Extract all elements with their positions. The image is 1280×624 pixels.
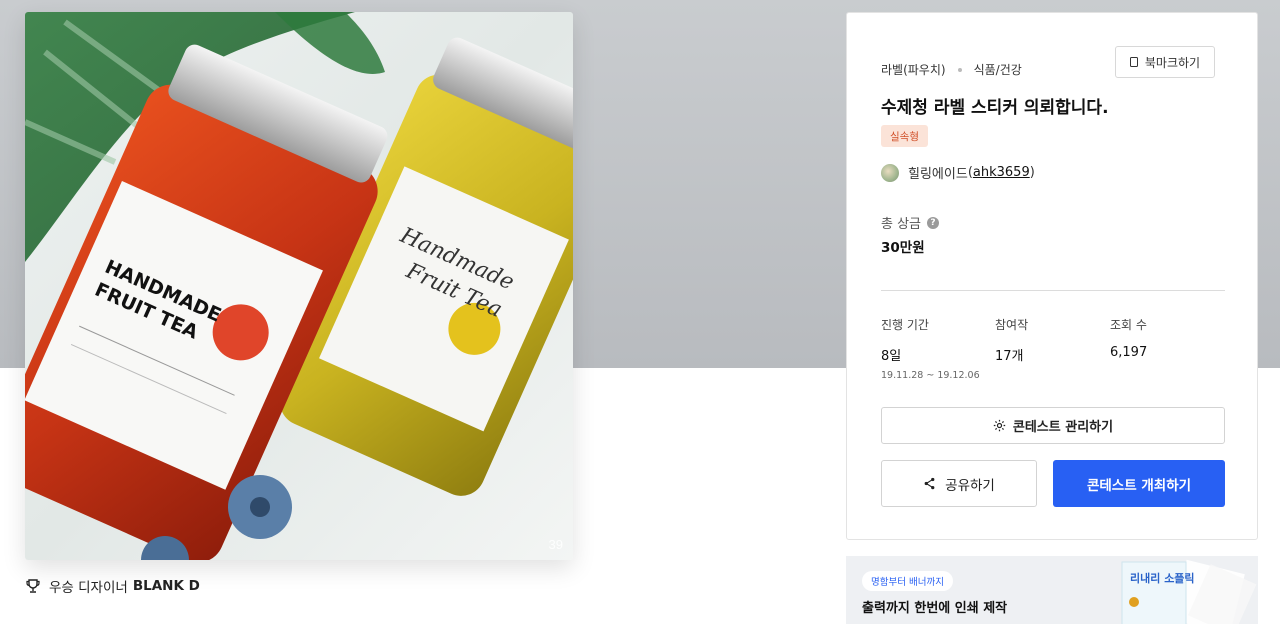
host-contest-button[interactable]: 콘테스트 개최하기 (1053, 460, 1225, 507)
winner-line: 우승 디자이너 BLANK D (25, 576, 200, 596)
trophy-icon (25, 578, 41, 594)
stat-entries: 참여작 17개 (995, 316, 1028, 364)
ad-text: 출력까지 한번에 인쇄 제작 (862, 601, 1008, 616)
contest-title: 수제청 라벨 스티커 의뢰합니다. (881, 98, 1109, 118)
stat-views: 조회 수 6,197 (1110, 316, 1147, 360)
winner-name[interactable]: BLANK D (133, 578, 200, 594)
entries-label: 참여작 (995, 318, 1029, 332)
breadcrumb-subcategory[interactable]: 식품/건강 (974, 61, 1022, 78)
stat-period: 진행 기간 8일 19.11.28 ~ 19.12.06 (881, 316, 980, 381)
views-value: 6,197 (1110, 345, 1148, 360)
period-end: 19.12.06 (937, 370, 980, 381)
jar-illustration: Handmade Fruit Tea HANDMADE FRUIT TEA (25, 12, 573, 560)
host-info: 힐링에이드(ahk3659) (881, 163, 1035, 182)
ad-illustration: 리내리 소플릭 (1118, 558, 1258, 624)
period-range: 19.11.28 ~ 19.12.06 (881, 370, 980, 381)
host-name: 힐링에이드 (908, 167, 968, 182)
contest-hero-image[interactable]: Handmade Fruit Tea HANDMADE FRUIT TEA 39 (25, 12, 573, 560)
prize-value: 30만원 (881, 240, 925, 256)
period-label: 진행 기간 (881, 318, 929, 332)
bookmark-label: 북마크하기 (1144, 55, 1201, 70)
manage-contest-button[interactable]: 콘테스트 관리하기 (881, 407, 1225, 444)
share-button[interactable]: 공유하기 (881, 460, 1037, 507)
entries-value: 17개 (995, 349, 1024, 364)
period-value: 8일 (881, 349, 902, 364)
share-icon (924, 477, 935, 490)
bookmark-button[interactable]: 북마크하기 (1115, 46, 1215, 78)
print-ad-banner[interactable]: 명함부터 배너까지 출력까지 한번에 인쇄 제작 리내리 소플릭 (846, 556, 1258, 624)
contest-info-card: 라벨(파우치) 식품/건강 북마크하기 수제청 라벨 스티커 의뢰합니다. 실속… (846, 12, 1258, 540)
prize-label-text: 총 상금 (881, 217, 922, 232)
prize-label: 총 상금 ? (881, 213, 940, 232)
divider (881, 290, 1225, 291)
tier-badge: 실속형 (881, 125, 928, 147)
breadcrumb-separator (957, 67, 962, 72)
ad-pill: 명함부터 배너까지 (862, 571, 953, 591)
breadcrumb-category[interactable]: 라벨(파우치) (881, 61, 946, 78)
share-label: 공유하기 (945, 477, 995, 494)
breadcrumb: 라벨(파우치) 식품/건강 (881, 61, 1022, 78)
help-icon[interactable]: ? (927, 216, 940, 229)
gear-icon (993, 419, 1006, 432)
period-start: 19.11.28 (881, 370, 924, 381)
host-avatar[interactable] (881, 163, 899, 182)
host-id-link[interactable]: ahk3659 (973, 165, 1030, 180)
ad-art-text: 리내리 소플릭 (1130, 571, 1195, 585)
winner-prefix: 우승 디자이너 (49, 580, 128, 596)
bookmark-icon (1129, 57, 1138, 67)
image-counter: 39 (548, 537, 563, 552)
views-label: 조회 수 (1110, 318, 1147, 332)
manage-label: 콘테스트 관리하기 (1012, 420, 1114, 435)
